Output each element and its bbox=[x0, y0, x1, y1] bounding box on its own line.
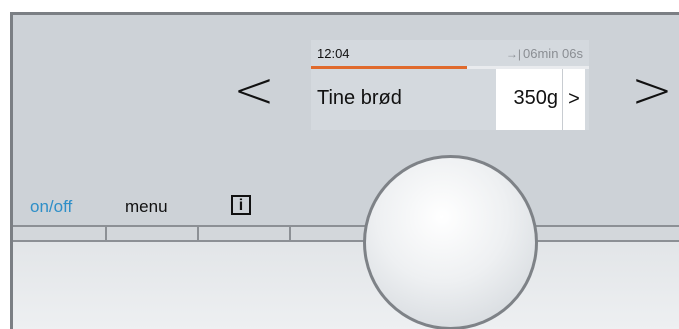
strip-divider bbox=[289, 227, 291, 240]
weight-setting[interactable]: 350g bbox=[496, 69, 562, 130]
appliance-control-panel: < 12:04 →| 06min 06s Tine brød 350g > > o… bbox=[10, 12, 679, 329]
display-body: Tine brød 350g > bbox=[311, 69, 589, 130]
info-icon[interactable]: i bbox=[231, 195, 251, 215]
display-screen: 12:04 →| 06min 06s Tine brød 350g > bbox=[311, 40, 589, 130]
timer-value: 06min 06s bbox=[523, 46, 583, 61]
on-off-label[interactable]: on/off bbox=[30, 197, 72, 217]
clock-time: 12:04 bbox=[317, 46, 350, 61]
remaining-time: →| 06min 06s bbox=[506, 46, 583, 61]
next-arrow-button[interactable]: > bbox=[631, 65, 673, 115]
rotary-knob[interactable] bbox=[363, 155, 538, 329]
knob-face bbox=[366, 158, 535, 327]
weight-value: 350g bbox=[513, 87, 559, 109]
weight-next-button[interactable]: > bbox=[562, 69, 585, 130]
menu-button[interactable] bbox=[107, 227, 197, 240]
menu-label[interactable]: menu bbox=[125, 197, 168, 217]
info-button[interactable] bbox=[199, 227, 289, 240]
previous-arrow-button[interactable]: < bbox=[233, 65, 275, 115]
end-time-icon: →| bbox=[505, 47, 522, 61]
display-header: 12:04 →| 06min 06s bbox=[311, 40, 589, 66]
program-name: Tine brød bbox=[317, 87, 402, 109]
lower-panel bbox=[13, 242, 679, 329]
touch-button-strip bbox=[13, 225, 679, 242]
on-off-button[interactable] bbox=[13, 227, 105, 240]
